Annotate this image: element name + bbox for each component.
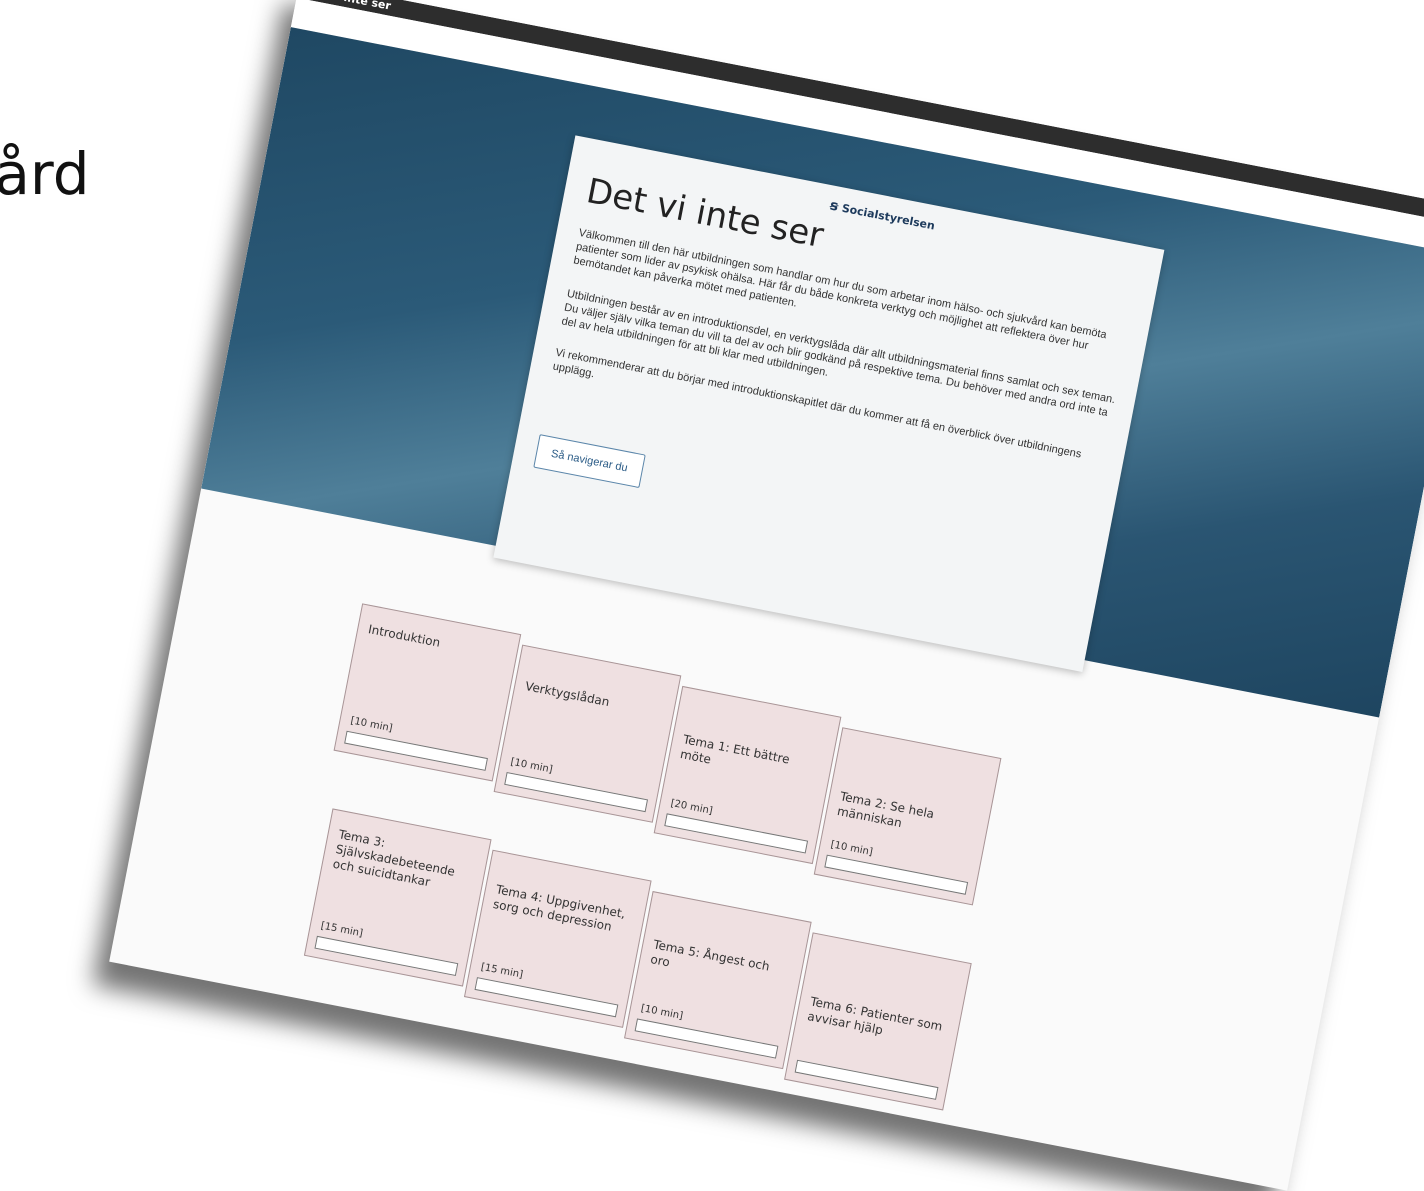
tile-title: Introduktion (367, 622, 442, 650)
tile-duration: [10 min] (509, 756, 554, 776)
progress-bar (314, 935, 459, 977)
progress-bar (664, 813, 809, 854)
tile-duration: [15 min] (479, 961, 524, 981)
tile-duration: [10 min] (349, 715, 394, 735)
tile-title: Tema 5: Ångest och oro (649, 937, 771, 974)
course-tile-tema-2[interactable]: Tema 2: Se hela människan [10 min] (813, 727, 1002, 906)
site-logo[interactable]: ꞩ Socialstyrelsen (828, 197, 936, 233)
progress-bar (824, 854, 969, 895)
progress-bar (474, 977, 619, 1018)
tilted-screenshot: Det vi inte ser ⚲ ꞩ Socialstyrelsen Det … (109, 0, 1424, 1191)
tile-title: Tema 4: Uppgivenhet, sorg och depression (491, 882, 627, 934)
course-tile-tema-6[interactable]: Tema 6: Patienter som avvisar hjälp (784, 932, 972, 1111)
tile-duration: [10 min] (829, 839, 874, 859)
progress-bar (794, 1059, 939, 1100)
tile-duration: [10 min] (639, 1003, 684, 1022)
slide-title-fragment: vård (0, 140, 90, 208)
course-tile-introduktion[interactable]: Introduktion [10 min] (333, 603, 522, 782)
logo-mark-icon: ꞩ (828, 197, 840, 215)
tile-duration: [15 min] (319, 920, 364, 940)
tile-title: Tema 3: Självskadebeteende och suicidtan… (331, 827, 457, 890)
course-tile-verktygsladan[interactable]: Verktygslådan [10 min] (493, 644, 682, 823)
tile-title: Tema 2: Se hela människan (836, 789, 936, 831)
course-tile-tema-3[interactable]: Tema 3: Självskadebeteende och suicidtan… (303, 808, 492, 987)
tile-title: Verktygslådan (524, 679, 611, 710)
progress-bar (504, 771, 649, 813)
tile-title: Tema 1: Ett bättre möte (679, 732, 791, 767)
logo-text: Socialstyrelsen (840, 201, 937, 233)
tile-duration: [20 min] (669, 797, 714, 817)
course-tile-tema-1[interactable]: Tema 1: Ett bättre möte [20 min] (653, 685, 842, 865)
course-tile-tema-4[interactable]: Tema 4: Uppgivenhet, sorg och depression… (463, 849, 652, 1028)
progress-bar (634, 1018, 779, 1059)
navigation-help-button[interactable]: Så navigerar du (533, 434, 646, 489)
course-tile-tema-5[interactable]: Tema 5: Ångest och oro [10 min] (624, 891, 812, 1070)
tile-title: Tema 6: Patienter som avvisar hjälp (806, 994, 944, 1038)
progress-bar (344, 730, 488, 771)
